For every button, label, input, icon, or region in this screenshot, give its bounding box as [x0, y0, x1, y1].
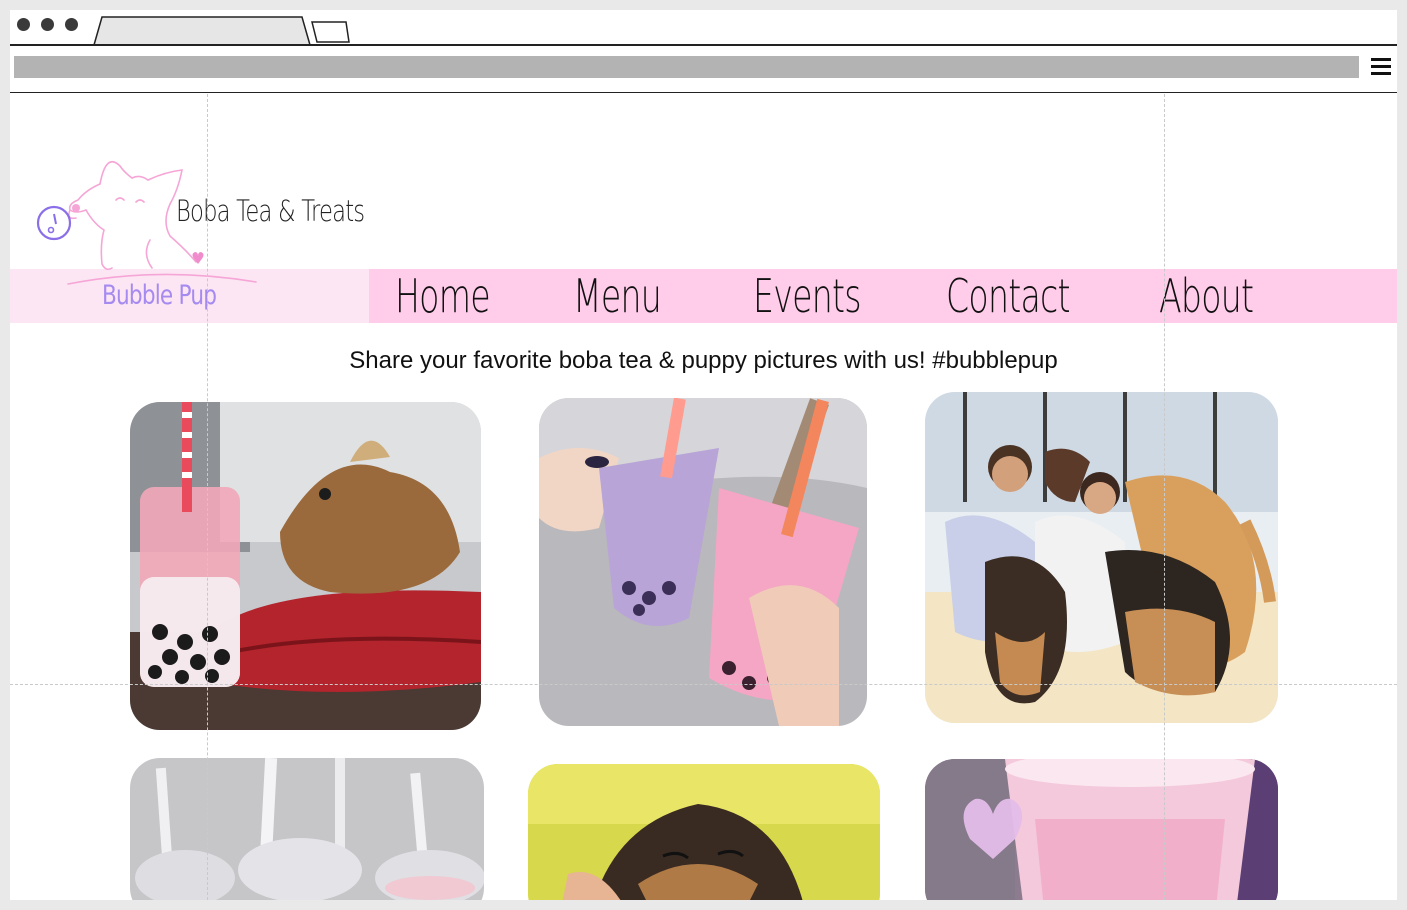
active-tab[interactable]	[93, 16, 311, 46]
browser-tabs	[93, 16, 350, 46]
gallery-photo-happy-dog[interactable]	[528, 764, 880, 900]
boba-yorkie-image	[130, 402, 481, 730]
gallery-photo-boba-cheers[interactable]	[539, 398, 867, 726]
gallery-photo-pink-drink[interactable]	[925, 759, 1278, 900]
hamburger-icon[interactable]	[1371, 58, 1391, 76]
nose-dot	[72, 204, 80, 212]
nav-item-menu[interactable]: Menu	[573, 269, 662, 323]
address-bar	[10, 46, 1397, 93]
url-field[interactable]	[14, 56, 1359, 78]
site-tagline: Boba Tea & Treats	[176, 194, 365, 228]
gallery-photo-boba-yorkie[interactable]	[130, 402, 481, 730]
dog-cafe-image	[925, 392, 1278, 723]
cups-straws-image	[130, 758, 484, 900]
nav-item-home[interactable]: Home	[395, 269, 491, 323]
nav-item-about[interactable]: About	[1159, 269, 1254, 323]
pink-drink-image	[925, 759, 1278, 900]
tab-bar	[10, 10, 1397, 46]
happy-dog-image	[528, 764, 880, 900]
main-nav: Home Menu Events Contact About	[369, 269, 1397, 323]
gallery-headline: Share your favorite boba tea & puppy pic…	[349, 347, 1058, 374]
bubble-icon	[36, 205, 72, 241]
site-brand-name[interactable]: Bubble Pup	[102, 280, 217, 311]
new-tab-button[interactable]	[311, 21, 350, 43]
nav-item-events[interactable]: Events	[753, 269, 862, 323]
nav-item-contact[interactable]: Contact	[946, 269, 1071, 323]
gallery-photo-cups-straws[interactable]	[130, 758, 484, 900]
webpage: Boba Tea & Treats Bubble Pup Home Menu E…	[10, 94, 1397, 900]
browser-window: Boba Tea & Treats Bubble Pup Home Menu E…	[10, 10, 1397, 900]
boba-cheers-image	[539, 398, 867, 726]
gallery-photo-dog-cafe[interactable]	[925, 392, 1278, 723]
heart-icon	[192, 252, 204, 264]
